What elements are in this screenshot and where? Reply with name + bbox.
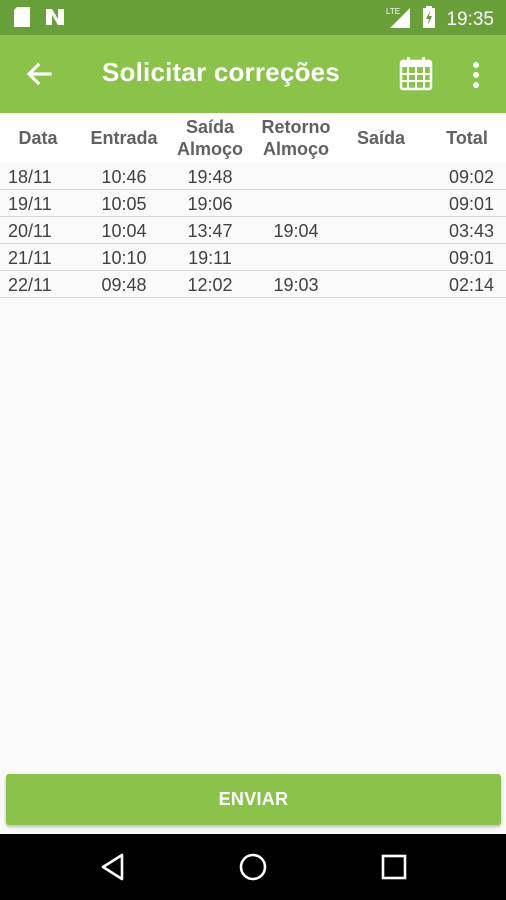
signal-icon: LTE (386, 6, 412, 33)
cell-data: 20/11 (8, 221, 52, 241)
cell-data: 21/11 (8, 248, 52, 268)
table-row[interactable]: 21/11 10:10 19:11 09:01 (0, 244, 506, 271)
cell-saida-almoco: 13:47 (187, 221, 233, 241)
timesheet-table: Data Entrada Saída Almoço Retorno Almoço S… (0, 113, 506, 298)
cell-retorno-almoco: 19:04 (273, 221, 319, 241)
cell-saida (344, 217, 418, 243)
table-row[interactable]: 18/11 10:46 19:48 09:02 (0, 163, 506, 190)
cell-saida (344, 244, 418, 270)
page-title: Solicitar correções (102, 57, 340, 87)
cell-saida (344, 271, 418, 297)
header-total: Total (446, 128, 488, 148)
status-bar: LTE 19:35 (0, 0, 506, 35)
n-logo-icon (44, 7, 66, 32)
cell-retorno-almoco (255, 163, 337, 189)
back-triangle-icon[interactable] (96, 850, 130, 884)
cell-retorno-almoco (255, 244, 337, 270)
calendar-icon[interactable] (398, 55, 434, 91)
header-data: Data (18, 128, 58, 148)
cell-retorno-almoco (255, 190, 337, 216)
more-vert-icon[interactable] (462, 57, 490, 93)
cell-data: 22/11 (8, 275, 52, 295)
table-header: Data Entrada Saída Almoço Retorno Almoço S… (0, 113, 506, 163)
table-row[interactable]: 20/11 10:04 13:47 19:04 03:43 (0, 217, 506, 244)
cell-total: 09:01 (448, 248, 494, 268)
cell-entrada: 10:46 (101, 167, 147, 187)
cell-total: 09:01 (448, 194, 494, 214)
system-nav-bar (0, 834, 506, 900)
cell-saida-almoco: 19:06 (187, 194, 233, 214)
cell-total: 02:14 (448, 275, 494, 295)
cell-entrada: 10:10 (101, 248, 147, 268)
sd-card-icon (14, 7, 30, 32)
send-button[interactable]: ENVIAR (6, 774, 501, 825)
cell-data: 19/11 (8, 194, 52, 214)
cell-entrada: 09:48 (101, 275, 147, 295)
cell-data: 18/11 (8, 167, 52, 187)
header-saida-almoco: Saída Almoço (176, 117, 243, 159)
status-time: 19:35 (446, 8, 494, 30)
cell-entrada: 10:04 (101, 221, 147, 241)
home-circle-icon[interactable] (236, 850, 270, 884)
table-row[interactable]: 22/11 09:48 12:02 19:03 02:14 (0, 271, 506, 298)
app-bar: Solicitar correções (0, 35, 506, 113)
cell-total: 03:43 (448, 221, 494, 241)
cell-saida (344, 163, 418, 189)
cell-saida (344, 190, 418, 216)
table-row[interactable]: 19/11 10:05 19:06 09:01 (0, 190, 506, 217)
battery-charging-icon (422, 6, 436, 33)
cell-saida-almoco: 19:48 (187, 167, 233, 187)
svg-text:LTE: LTE (386, 7, 400, 16)
back-arrow-icon[interactable] (20, 57, 56, 93)
cell-retorno-almoco: 19:03 (273, 275, 319, 295)
header-retorno-almoco: Retorno Almoço (261, 117, 331, 159)
recents-square-icon[interactable] (377, 850, 411, 884)
header-entrada: Entrada (90, 128, 158, 148)
cell-entrada: 10:05 (101, 194, 147, 214)
cell-saida-almoco: 19:11 (188, 248, 232, 268)
header-saida: Saída (356, 128, 406, 148)
cell-saida-almoco: 12:02 (187, 275, 233, 295)
cell-total: 09:02 (448, 167, 494, 187)
